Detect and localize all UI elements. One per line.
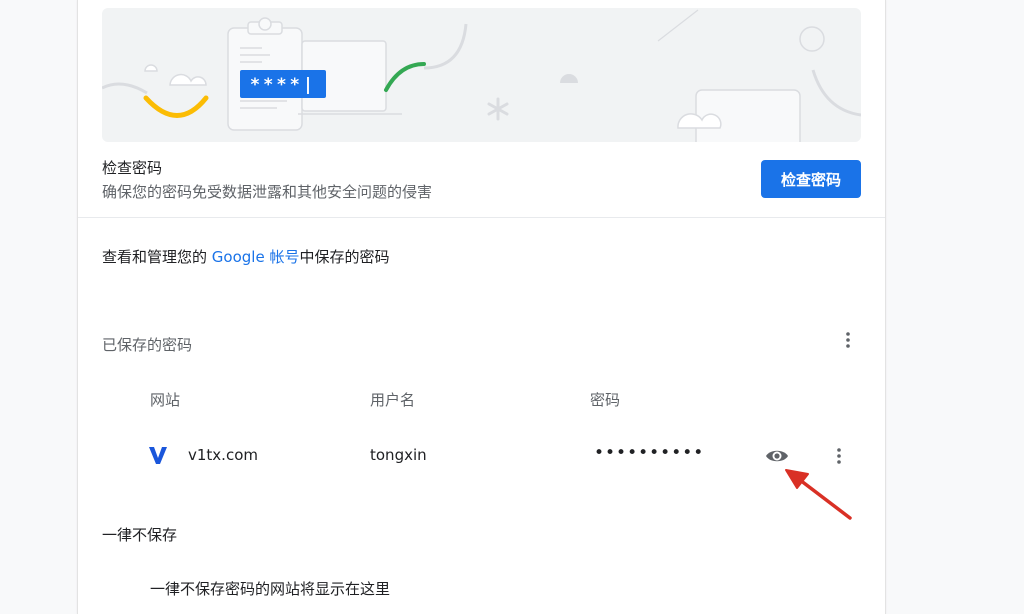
column-header-username: 用户名	[370, 391, 416, 409]
manage-text-prefix: 查看和管理您的	[102, 248, 212, 266]
column-header-site: 网站	[150, 391, 181, 409]
manage-text-suffix: 中保存的密码	[299, 248, 390, 266]
column-header-password: 密码	[590, 391, 621, 409]
never-saved-empty-message: 一律不保存密码的网站将显示在这里	[150, 580, 391, 598]
password-illustration: ****|	[102, 9, 861, 142]
check-passwords-description: 确保您的密码免受数据泄露和其他安全问题的侵害	[102, 183, 433, 201]
saved-passwords-heading: 已保存的密码	[102, 336, 193, 354]
manage-in-account-text: 查看和管理您的 Google 帐号中保存的密码	[102, 246, 389, 267]
saved-passwords-more-button[interactable]	[836, 328, 860, 352]
check-passwords-button[interactable]: 检查密码	[761, 160, 861, 198]
google-account-link[interactable]: Google 帐号	[212, 248, 300, 266]
check-passwords-title: 检查密码	[102, 159, 163, 177]
site-favicon-icon	[149, 447, 167, 464]
password-illustration-banner: ****|	[102, 8, 861, 142]
site-link[interactable]: v1tx.com	[188, 446, 258, 464]
more-vert-icon	[846, 332, 850, 348]
never-saved-heading: 一律不保存	[102, 526, 178, 544]
username-value: tongxin	[370, 446, 427, 464]
row-more-button[interactable]	[827, 444, 851, 468]
eye-icon	[766, 450, 788, 462]
masked-password-text: ****|	[250, 75, 316, 95]
section-divider	[78, 217, 885, 218]
show-password-button[interactable]	[764, 444, 790, 468]
password-value: ••••••••••	[594, 443, 705, 463]
settings-card: ****| 检查密码 确保您的密码免受数据泄露和其他安全问题的侵害 检查密码 查…	[77, 0, 886, 614]
more-vert-icon	[837, 448, 841, 464]
